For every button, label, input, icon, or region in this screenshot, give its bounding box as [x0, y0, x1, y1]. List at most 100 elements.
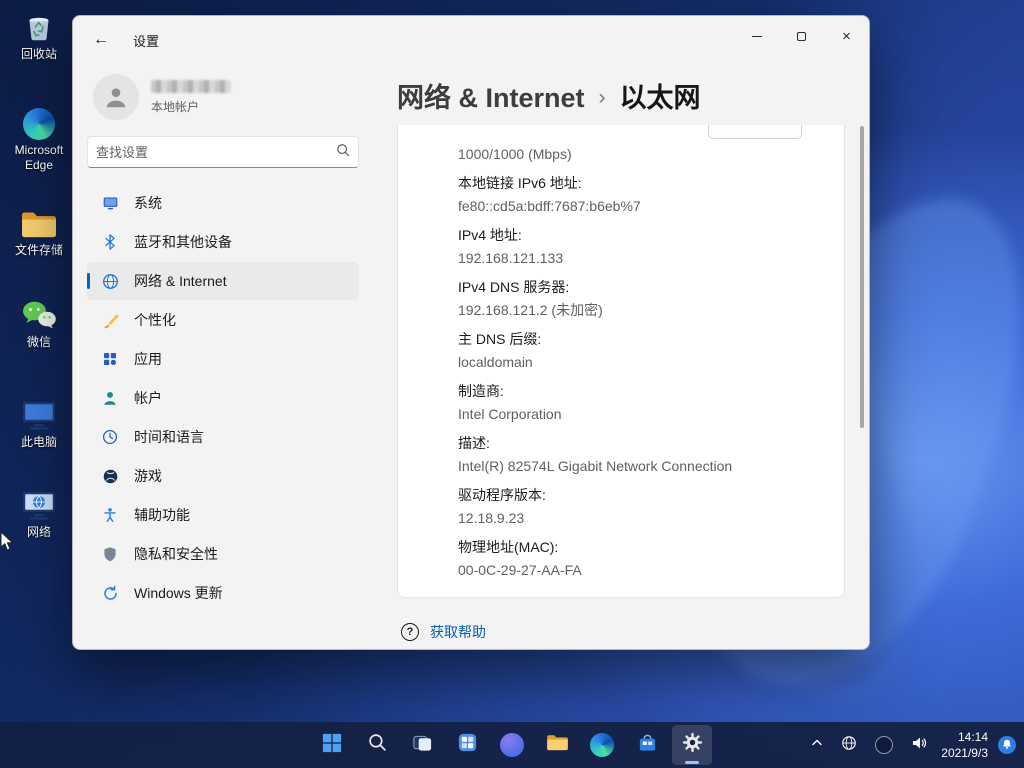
store-button[interactable] — [627, 725, 667, 765]
sidebar-item-windows-update[interactable]: Windows 更新 — [87, 574, 359, 612]
maximize-icon — [797, 32, 806, 41]
time-clock-icon — [100, 429, 120, 445]
sidebar-item-gaming[interactable]: 游戏 — [87, 457, 359, 495]
tray-volume-button[interactable] — [907, 731, 931, 760]
search-input[interactable] — [96, 145, 336, 160]
file-explorer-button[interactable] — [537, 725, 577, 765]
property-row: IPv4 DNS 服务器: 192.168.121.2 (未加密) — [458, 278, 820, 319]
copy-button-partial[interactable] — [708, 125, 802, 139]
desktop-icon-file-storage[interactable]: 文件存储 — [6, 204, 72, 258]
sidebar-item-label: 网络 & Internet — [134, 271, 227, 291]
ime-circle-icon — [875, 736, 893, 754]
sidebar-item-bluetooth-devices[interactable]: 蓝牙和其他设备 — [87, 223, 359, 261]
settings-window: ← 设置 × 本地帐户 — [72, 15, 870, 650]
sidebar-item-personalization[interactable]: 个性化 — [87, 301, 359, 339]
chat-button[interactable] — [492, 725, 532, 765]
property-value: 192.168.121.2 (未加密) — [458, 301, 820, 319]
sidebar-item-system[interactable]: 系统 — [87, 184, 359, 222]
task-view-icon — [412, 732, 433, 758]
edge-icon — [6, 104, 72, 140]
settings-button[interactable] — [672, 725, 712, 765]
user-card[interactable]: 本地帐户 — [93, 74, 359, 120]
taskbar-search-button[interactable] — [357, 725, 397, 765]
breadcrumb-parent[interactable]: 网络 & Internet — [397, 76, 585, 115]
system-tray: 14:14 2021/9/3 — [807, 722, 1016, 768]
sidebar-item-label: 系统 — [134, 193, 162, 213]
sidebar-item-time-language[interactable]: 时间和语言 — [87, 418, 359, 456]
desktop-icon-network[interactable]: 网络 — [6, 486, 72, 540]
tray-network-button[interactable] — [837, 731, 861, 760]
ethernet-properties-card: 1000/1000 (Mbps) 本地链接 IPv6 地址: fe80::cd5… — [397, 125, 845, 598]
tray-chevron-button[interactable] — [807, 732, 827, 758]
start-button[interactable] — [312, 725, 352, 765]
sidebar-item-accessibility[interactable]: 辅助功能 — [87, 496, 359, 534]
property-row: 本地链接 IPv6 地址: fe80::cd5a:bdff:7687:b6eb%… — [458, 174, 820, 215]
apps-grid-icon — [100, 351, 120, 367]
breadcrumb-separator-icon: › — [599, 82, 606, 110]
notification-badge[interactable] — [998, 736, 1016, 754]
clock-time: 14:14 — [941, 729, 988, 745]
taskbar-center — [312, 725, 712, 765]
desktop-icon-label: 回收站 — [6, 47, 72, 62]
property-value: 192.168.121.133 — [458, 249, 820, 267]
sidebar-item-label: 隐私和安全性 — [134, 544, 218, 564]
property-row: 1000/1000 (Mbps) — [458, 145, 820, 163]
search-icon — [368, 733, 387, 757]
personalization-brush-icon — [100, 312, 120, 329]
desktop-icon-this-pc[interactable]: 此电脑 — [6, 396, 72, 450]
desktop-icon-wechat[interactable]: 微信 — [6, 296, 72, 350]
get-help-link[interactable]: 获取帮助 — [401, 622, 845, 642]
wechat-icon — [6, 296, 72, 332]
edge-button[interactable] — [582, 725, 622, 765]
scrollbar-thumb[interactable] — [860, 126, 864, 428]
close-button[interactable]: × — [824, 16, 869, 56]
system-icon — [100, 195, 120, 212]
breadcrumb: 网络 & Internet › 以太网 — [397, 76, 845, 115]
sidebar-item-label: 个性化 — [134, 310, 176, 330]
this-pc-icon — [6, 396, 72, 432]
titlebar[interactable]: ← 设置 × — [73, 16, 869, 64]
desktop-icon-label: 此电脑 — [6, 435, 72, 450]
desktop-icon-recycle-bin[interactable]: 回收站 — [6, 8, 72, 62]
widgets-button[interactable] — [447, 725, 487, 765]
property-row: 描述: Intel(R) 82574L Gigabit Network Conn… — [458, 434, 820, 475]
sidebar-item-privacy-security[interactable]: 隐私和安全性 — [87, 535, 359, 573]
user-info: 本地帐户 — [151, 80, 231, 115]
taskbar: 14:14 2021/9/3 — [0, 722, 1024, 768]
task-view-button[interactable] — [402, 725, 442, 765]
window-body: 本地帐户 系统 蓝牙和其他设备 — [73, 64, 869, 650]
recycle-bin-icon — [6, 8, 72, 44]
chat-icon — [500, 733, 524, 757]
folder-icon — [6, 204, 72, 240]
get-help-label: 获取帮助 — [430, 622, 486, 642]
sidebar-item-label: 游戏 — [134, 466, 162, 486]
sidebar-item-accounts[interactable]: 帐户 — [87, 379, 359, 417]
property-value: Intel Corporation — [458, 405, 820, 423]
property-value: fe80::cd5a:bdff:7687:b6eb%7 — [458, 197, 820, 215]
tray-ime-button[interactable] — [871, 732, 897, 758]
property-row: 主 DNS 后缀: localdomain — [458, 330, 820, 371]
property-label: 制造商: — [458, 382, 820, 400]
sidebar-item-label: Windows 更新 — [134, 583, 223, 603]
taskbar-clock[interactable]: 14:14 2021/9/3 — [941, 729, 988, 761]
sidebar-item-network-internet[interactable]: 网络 & Internet — [87, 262, 359, 300]
desktop-icon-edge[interactable]: Microsoft Edge — [6, 104, 72, 173]
maximize-button[interactable] — [779, 16, 824, 56]
search-box[interactable] — [87, 136, 359, 168]
user-avatar — [93, 74, 139, 120]
property-label: 主 DNS 后缀: — [458, 330, 820, 348]
network-globe-icon — [841, 735, 857, 756]
minimize-button[interactable] — [734, 16, 779, 56]
help-question-icon — [401, 623, 419, 641]
desktop-icon-label: 网络 — [6, 525, 72, 540]
property-value: 1000/1000 (Mbps) — [458, 145, 820, 163]
edge-icon — [590, 733, 614, 757]
windows-logo-icon — [322, 733, 342, 758]
sidebar-item-label: 辅助功能 — [134, 505, 190, 525]
sidebar-item-apps[interactable]: 应用 — [87, 340, 359, 378]
property-row: 驱动程序版本: 12.18.9.23 — [458, 486, 820, 527]
window-scrollbar[interactable] — [860, 112, 864, 647]
back-button[interactable]: ← — [83, 24, 119, 56]
main-content: 网络 & Internet › 以太网 1000/1000 (Mbps) 本地链… — [375, 64, 869, 650]
network-globe-icon — [100, 273, 120, 290]
